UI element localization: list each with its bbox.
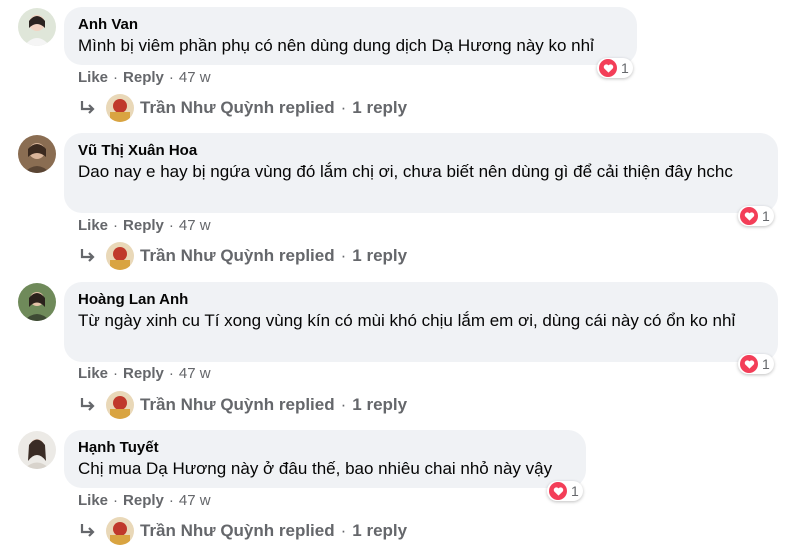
separator: ·: [113, 217, 119, 234]
reply-arrow-icon: [80, 398, 95, 411]
reaction-count: 1: [571, 483, 579, 499]
reply-count: 1 reply: [352, 98, 408, 117]
comment-text: Dao nay e hay bị ngứa vùng đó lắm chị ơi…: [78, 162, 733, 181]
timestamp[interactable]: 47 w: [179, 217, 211, 234]
separator: ·: [168, 492, 174, 509]
like-button[interactable]: Like: [78, 217, 108, 234]
avatar[interactable]: [18, 431, 56, 469]
avatar[interactable]: [18, 8, 56, 46]
like-button[interactable]: Like: [78, 69, 108, 86]
reply-arrow-icon: [80, 249, 95, 262]
reaction-badge[interactable]: 1: [738, 354, 774, 374]
reply-button[interactable]: Reply: [123, 69, 164, 86]
view-replies[interactable]: Trần Như Quỳnh replied · 1 reply: [78, 517, 407, 545]
heart-reaction-icon: [740, 207, 758, 225]
reply-button[interactable]: Reply: [123, 217, 164, 234]
replier-name: Trần Như Quỳnh replied: [140, 98, 335, 117]
comment-text: Chị mua Dạ Hương này ở đâu thế, bao nhiê…: [78, 459, 553, 478]
comment-bubble: Vũ Thị Xuân Hoa Dao nay e hay bị ngứa vù…: [64, 133, 778, 213]
separator: ·: [340, 246, 347, 265]
reaction-count: 1: [621, 60, 629, 76]
comment-bubble: Anh Van Mình bị viêm phần phụ có nên dùn…: [64, 7, 637, 65]
like-button[interactable]: Like: [78, 365, 108, 382]
like-button[interactable]: Like: [78, 492, 108, 509]
comment-text: Từ ngày xinh cu Tí xong vùng kín có mùi …: [78, 311, 736, 330]
comment-author[interactable]: Vũ Thị Xuân Hoa: [78, 142, 764, 160]
view-replies[interactable]: Trần Như Quỳnh replied · 1 reply: [78, 391, 407, 419]
reply-button[interactable]: Reply: [123, 365, 164, 382]
reaction-count: 1: [762, 208, 770, 224]
timestamp[interactable]: 47 w: [179, 492, 211, 509]
comment-author[interactable]: Hạnh Tuyết: [78, 439, 572, 457]
heart-reaction-icon: [599, 59, 617, 77]
comment-author[interactable]: Anh Van: [78, 16, 623, 34]
comment-actions: Like · Reply · 47 w: [78, 69, 211, 86]
comment-actions: Like · Reply · 47 w: [78, 217, 211, 234]
replier-name: Trần Như Quỳnh replied: [140, 246, 335, 265]
heart-reaction-icon: [549, 482, 567, 500]
separator: ·: [168, 69, 174, 86]
comment-bubble: Hoàng Lan Anh Từ ngày xinh cu Tí xong vù…: [64, 282, 778, 362]
reaction-count: 1: [762, 356, 770, 372]
comment-bubble: Hạnh Tuyết Chị mua Dạ Hương này ở đâu th…: [64, 430, 586, 488]
replier-name: Trần Như Quỳnh replied: [140, 521, 335, 540]
comment-actions: Like · Reply · 47 w: [78, 492, 211, 509]
view-replies[interactable]: Trần Như Quỳnh replied · 1 reply: [78, 242, 407, 270]
reply-arrow-icon: [80, 101, 95, 114]
reply-button[interactable]: Reply: [123, 492, 164, 509]
replier-avatar: [106, 242, 134, 270]
separator: ·: [340, 98, 347, 117]
timestamp[interactable]: 47 w: [179, 69, 211, 86]
comment-text: Mình bị viêm phần phụ có nên dùng dung d…: [78, 36, 594, 55]
separator: ·: [168, 217, 174, 234]
reaction-badge[interactable]: 1: [738, 206, 774, 226]
comment-actions: Like · Reply · 47 w: [78, 365, 211, 382]
replier-avatar: [106, 94, 134, 122]
separator: ·: [340, 395, 347, 414]
comment-author[interactable]: Hoàng Lan Anh: [78, 291, 764, 309]
reaction-badge[interactable]: 1: [597, 58, 633, 78]
separator: ·: [168, 365, 174, 382]
separator: ·: [340, 521, 347, 540]
avatar[interactable]: [18, 283, 56, 321]
separator: ·: [113, 365, 119, 382]
replier-name: Trần Như Quỳnh replied: [140, 395, 335, 414]
reply-count: 1 reply: [352, 246, 408, 265]
replier-avatar: [106, 517, 134, 545]
reaction-badge[interactable]: 1: [547, 481, 583, 501]
separator: ·: [113, 69, 119, 86]
timestamp[interactable]: 47 w: [179, 365, 211, 382]
heart-reaction-icon: [740, 355, 758, 373]
separator: ·: [113, 492, 119, 509]
reply-count: 1 reply: [352, 395, 408, 414]
view-replies[interactable]: Trần Như Quỳnh replied · 1 reply: [78, 94, 407, 122]
replier-avatar: [106, 391, 134, 419]
reply-arrow-icon: [80, 524, 95, 537]
avatar[interactable]: [18, 135, 56, 173]
reply-count: 1 reply: [352, 521, 408, 540]
